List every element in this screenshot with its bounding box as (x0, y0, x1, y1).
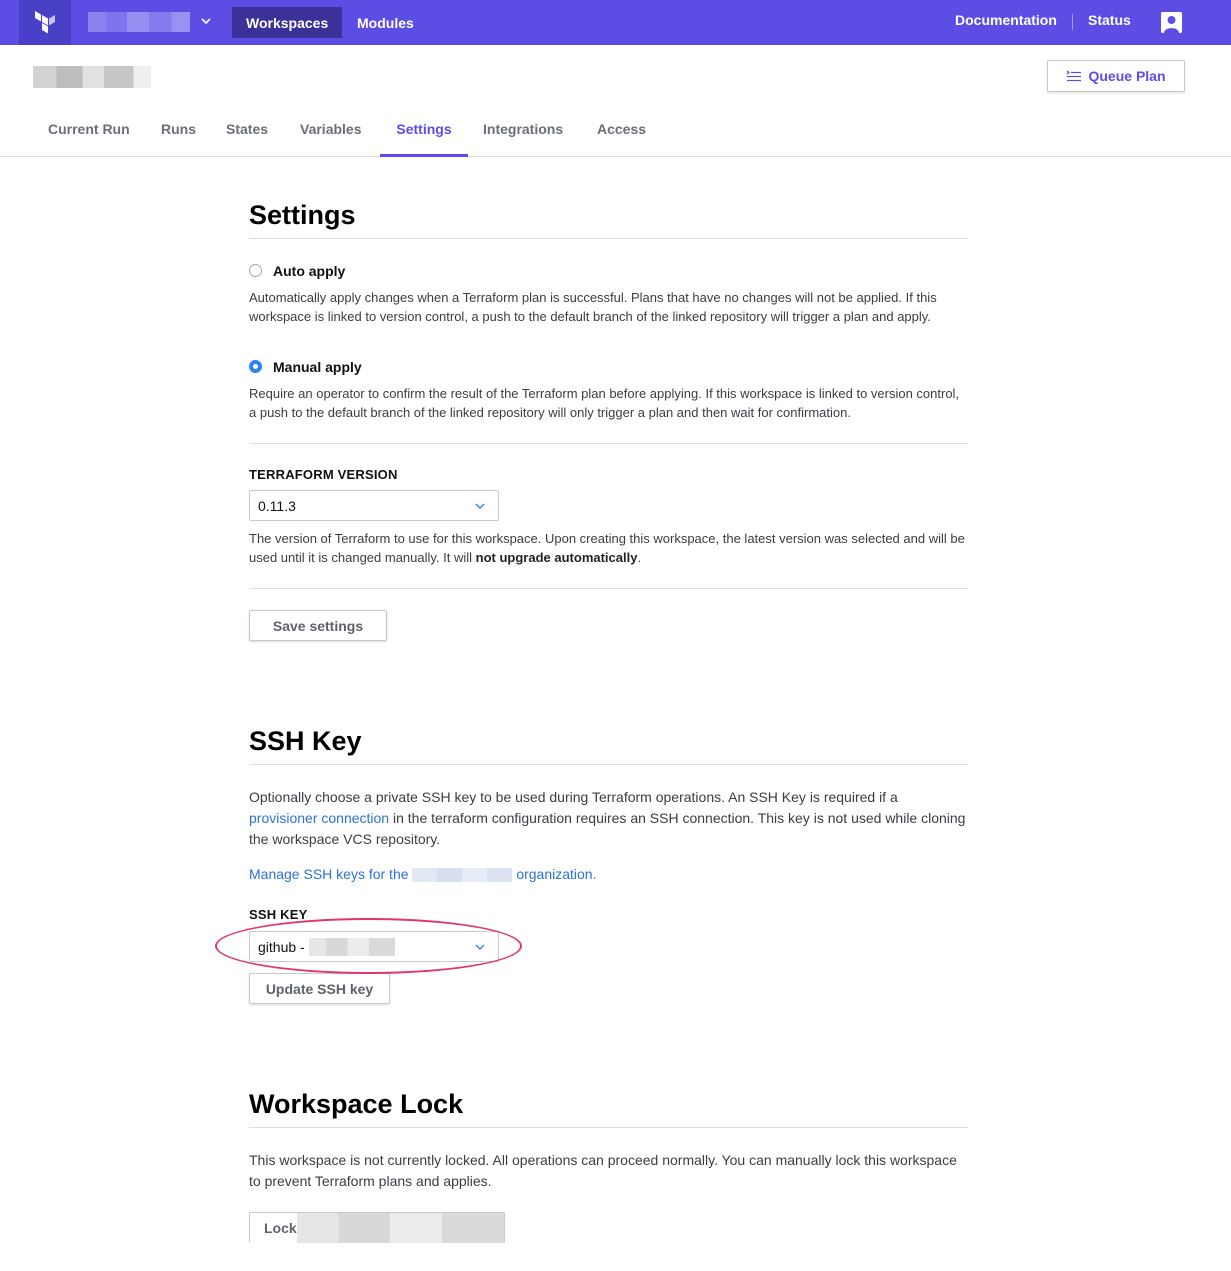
tab-runs[interactable]: Runs (146, 112, 211, 157)
tab-access[interactable]: Access (582, 112, 661, 157)
terraform-version-label: TERRAFORM VERSION (249, 467, 398, 482)
documentation-link[interactable]: Documentation (955, 12, 1057, 28)
terraform-version-select[interactable]: 0.11.3 (249, 490, 499, 521)
tab-variables[interactable]: Variables (285, 112, 377, 157)
workspace-name-redacted (33, 66, 151, 88)
nav-tab-workspaces[interactable]: Workspaces (232, 7, 343, 38)
queue-plan-label: Queue Plan (1088, 68, 1166, 84)
terraform-logo-icon[interactable] (19, 0, 71, 45)
auto-apply-label[interactable]: Auto apply (273, 263, 345, 279)
divider (249, 443, 968, 444)
tab-states[interactable]: States (211, 112, 283, 157)
manual-apply-label[interactable]: Manual apply (273, 359, 362, 375)
ssh-key-heading: SSH Key (249, 726, 362, 756)
manual-apply-radio[interactable] (249, 360, 262, 373)
manual-apply-description: Require an operator to confirm the resul… (249, 386, 960, 420)
top-navbar: Workspaces Modules Documentation Status (0, 0, 1231, 45)
tab-settings[interactable]: Settings (380, 112, 468, 157)
terraform-version-value: 0.11.3 (258, 497, 296, 514)
manage-ssh-prefix: Manage SSH keys for the (249, 866, 409, 882)
divider (249, 764, 968, 765)
tab-current-run[interactable]: Current Run (33, 112, 145, 157)
version-help-bold: not upgrade automatically (475, 550, 638, 565)
lock-button-redacted (296, 1213, 504, 1243)
divider (249, 238, 968, 239)
manage-ssh-suffix: organization. (516, 866, 597, 882)
chevron-down-icon[interactable] (199, 14, 213, 28)
status-link[interactable]: Status (1088, 12, 1131, 28)
organization-name-redacted[interactable] (88, 12, 190, 32)
update-ssh-key-button[interactable]: Update SSH key (249, 973, 390, 1004)
ssh-key-description: Optionally choose a private SSH key to b… (249, 787, 968, 850)
ssh-desc-prefix: Optionally choose a private SSH key to b… (249, 789, 898, 805)
organization-name-redacted (412, 868, 513, 883)
save-settings-button[interactable]: Save settings (249, 610, 387, 641)
workspace-tabs: Current Run Runs States Variables Settin… (0, 112, 1231, 157)
chevron-down-icon (475, 503, 485, 509)
workspace-lock-heading: Workspace Lock (249, 1089, 464, 1119)
version-help-suffix: . (637, 550, 642, 565)
lock-button-label: Lock (264, 1220, 297, 1236)
auto-apply-description: Automatically apply changes when a Terra… (249, 290, 937, 324)
nav-tab-modules[interactable]: Modules (343, 7, 428, 38)
queue-icon (1067, 70, 1082, 82)
tab-integrations[interactable]: Integrations (468, 112, 578, 157)
user-avatar-icon[interactable] (1161, 12, 1182, 33)
workspace-lock-description: This workspace is not currently locked. … (249, 1152, 957, 1189)
nav-divider (1072, 14, 1073, 30)
divider (249, 1127, 968, 1128)
ssh-key-label: SSH KEY (249, 907, 308, 922)
auto-apply-radio[interactable] (249, 264, 262, 277)
lock-workspace-button[interactable]: Lock (249, 1212, 505, 1243)
terraform-version-help: The version of Terraform to use for this… (249, 529, 968, 567)
settings-heading: Settings (249, 200, 356, 230)
annotation-ellipse (215, 918, 522, 974)
divider (249, 588, 968, 589)
queue-plan-button[interactable]: Queue Plan (1047, 60, 1185, 92)
provisioner-connection-link[interactable]: provisioner connection (249, 810, 389, 826)
manage-ssh-keys-link[interactable]: Manage SSH keys for the organization. (249, 864, 968, 885)
